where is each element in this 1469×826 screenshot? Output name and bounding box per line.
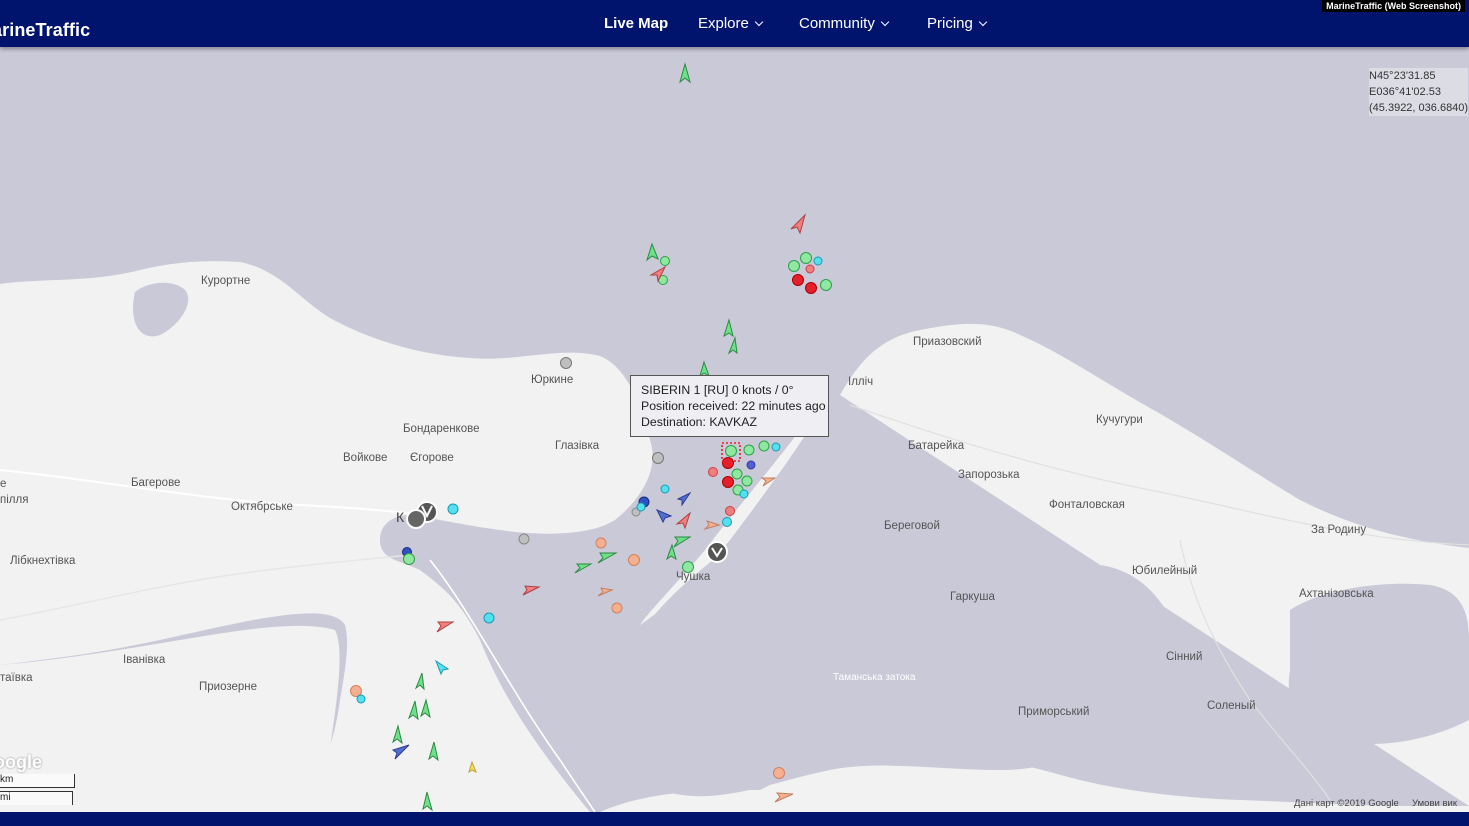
vessel-marker[interactable] xyxy=(682,561,694,573)
vessel-marker[interactable] xyxy=(805,282,817,294)
scale-bar-km: km xyxy=(0,774,75,788)
chevron-down-icon xyxy=(978,17,988,26)
place-label: Єгорове xyxy=(410,452,454,464)
vessel-marker[interactable] xyxy=(792,274,804,286)
vessel-marker[interactable] xyxy=(820,279,832,291)
vessel-marker[interactable] xyxy=(741,475,753,487)
tooltip-vessel-name: SIBERIN 1 [RU] 0 knots / 0° xyxy=(641,383,794,397)
place-label: К xyxy=(396,509,405,525)
chevron-down-icon xyxy=(880,17,890,26)
place-label: Батарейка xyxy=(908,440,965,452)
vessel-marker[interactable] xyxy=(739,489,749,499)
port-icon[interactable] xyxy=(706,541,728,563)
place-label: Гаркуша xyxy=(950,591,996,603)
google-logo: oogle xyxy=(0,752,42,772)
place-label: Запорозька xyxy=(958,469,1020,481)
place-label: пілля xyxy=(0,494,28,506)
coord-latitude: N45°23'31.85 xyxy=(1369,68,1469,84)
place-label: Сінний xyxy=(1166,651,1202,663)
vessel-marker[interactable] xyxy=(518,533,530,545)
nav-community[interactable]: Community xyxy=(799,15,890,32)
screenshot-watermark: MarineTraffic (Web Screenshot) xyxy=(1322,0,1465,12)
vessel-marker[interactable] xyxy=(800,252,812,264)
vessel-marker[interactable] xyxy=(805,264,815,274)
vessel-marker[interactable] xyxy=(595,537,607,549)
east-spit xyxy=(1380,548,1469,580)
place-label: Ілліч xyxy=(848,376,873,388)
bottom-bar xyxy=(0,812,1469,826)
place-label: Бондаренкове xyxy=(403,423,479,435)
place-label: Багерове xyxy=(131,477,180,489)
nav-explore[interactable]: Explore xyxy=(698,15,764,32)
place-label: Іванівка xyxy=(123,654,166,666)
vessel-marker[interactable] xyxy=(773,767,785,779)
vessel-marker[interactable] xyxy=(611,602,623,614)
vessel-marker[interactable] xyxy=(708,467,718,477)
coord-longitude: E036°41'02.53 xyxy=(1369,84,1469,100)
vessel-marker[interactable] xyxy=(636,502,646,512)
vessel-marker[interactable] xyxy=(628,554,640,566)
vessel-marker[interactable] xyxy=(403,553,415,565)
coord-decimal: (45.3922, 036.6840) xyxy=(1369,100,1469,116)
nav-community-label: Community xyxy=(799,15,875,32)
east-lagoon xyxy=(1288,583,1469,744)
nav-live-map[interactable]: Live Map xyxy=(604,15,668,32)
place-label: Фонталовская xyxy=(1049,499,1125,511)
port-icon[interactable] xyxy=(406,509,426,529)
tooltip-destination: Destination: KAVKAZ xyxy=(641,415,757,429)
marinetraffic-logo[interactable]: arineTraffic xyxy=(0,20,90,41)
vessel-marker[interactable] xyxy=(746,460,756,470)
place-label: Ахтанізовська xyxy=(1299,588,1374,600)
vessel-marker[interactable] xyxy=(722,517,732,527)
place-label: Глазівка xyxy=(555,440,600,452)
vessel-marker[interactable] xyxy=(722,476,734,488)
vessel-marker[interactable] xyxy=(722,457,734,469)
vessel-marker[interactable] xyxy=(725,506,735,516)
vessel-marker[interactable] xyxy=(788,260,800,272)
vessel-marker[interactable] xyxy=(758,440,770,452)
vessel-marker[interactable] xyxy=(660,256,670,266)
top-navigation-bar: arineTraffic Live Map Explore Community … xyxy=(0,0,1469,47)
water-body-label: Таманська затока xyxy=(833,672,916,683)
place-label: Соленый xyxy=(1207,700,1256,712)
vessel-marker[interactable] xyxy=(725,445,737,457)
place-label: Юркине xyxy=(531,374,573,386)
nav-pricing[interactable]: Pricing xyxy=(927,15,988,32)
vessel-marker[interactable] xyxy=(743,444,755,456)
place-label: Чушка xyxy=(676,571,711,583)
place-label: Приозерне xyxy=(199,681,257,693)
place-label: Лібкнехтівка xyxy=(10,555,76,567)
place-label: Октябрське xyxy=(231,501,293,513)
cursor-coordinates: N45°23'31.85 E036°41'02.53 (45.3922, 036… xyxy=(1369,68,1469,116)
tooltip-position-received: Position received: 22 minutes ago xyxy=(641,399,826,413)
place-label: Береговой xyxy=(884,520,940,532)
vessel-marker[interactable] xyxy=(560,357,572,369)
nav-pricing-label: Pricing xyxy=(927,15,973,32)
attribution-terms-link[interactable]: Умови вик xyxy=(1412,798,1457,809)
place-label: Приморський xyxy=(1018,706,1089,718)
place-label: Приазовский xyxy=(913,336,982,348)
place-label: Войкове xyxy=(343,452,387,464)
place-label: Курортне xyxy=(201,275,250,287)
place-label: Кучугури xyxy=(1096,414,1143,426)
place-label: е xyxy=(0,478,6,490)
place-label: таївка xyxy=(0,672,33,684)
nav-explore-label: Explore xyxy=(698,15,749,32)
vessel-marker[interactable] xyxy=(660,484,670,494)
scale-bar-mi: mi xyxy=(0,791,73,805)
place-label: За Родину xyxy=(1311,524,1366,536)
map-attribution: Дані карт ©2019 Google Умови вик xyxy=(1294,798,1457,809)
nav-live-map-label: Live Map xyxy=(604,15,669,32)
vessel-tooltip: SIBERIN 1 [RU] 0 knots / 0° Position rec… xyxy=(630,375,829,437)
vessel-marker[interactable] xyxy=(813,256,823,266)
attribution-data: Дані карт ©2019 Google xyxy=(1294,798,1399,809)
vessel-marker[interactable] xyxy=(356,694,366,704)
place-label: Юбилейный xyxy=(1132,565,1197,577)
vessel-marker[interactable] xyxy=(447,503,459,515)
vessel-marker[interactable] xyxy=(731,468,743,480)
vessel-marker[interactable] xyxy=(652,452,664,464)
chevron-down-icon xyxy=(754,17,764,26)
vessel-marker[interactable] xyxy=(771,442,781,452)
vessel-marker[interactable] xyxy=(483,612,495,624)
